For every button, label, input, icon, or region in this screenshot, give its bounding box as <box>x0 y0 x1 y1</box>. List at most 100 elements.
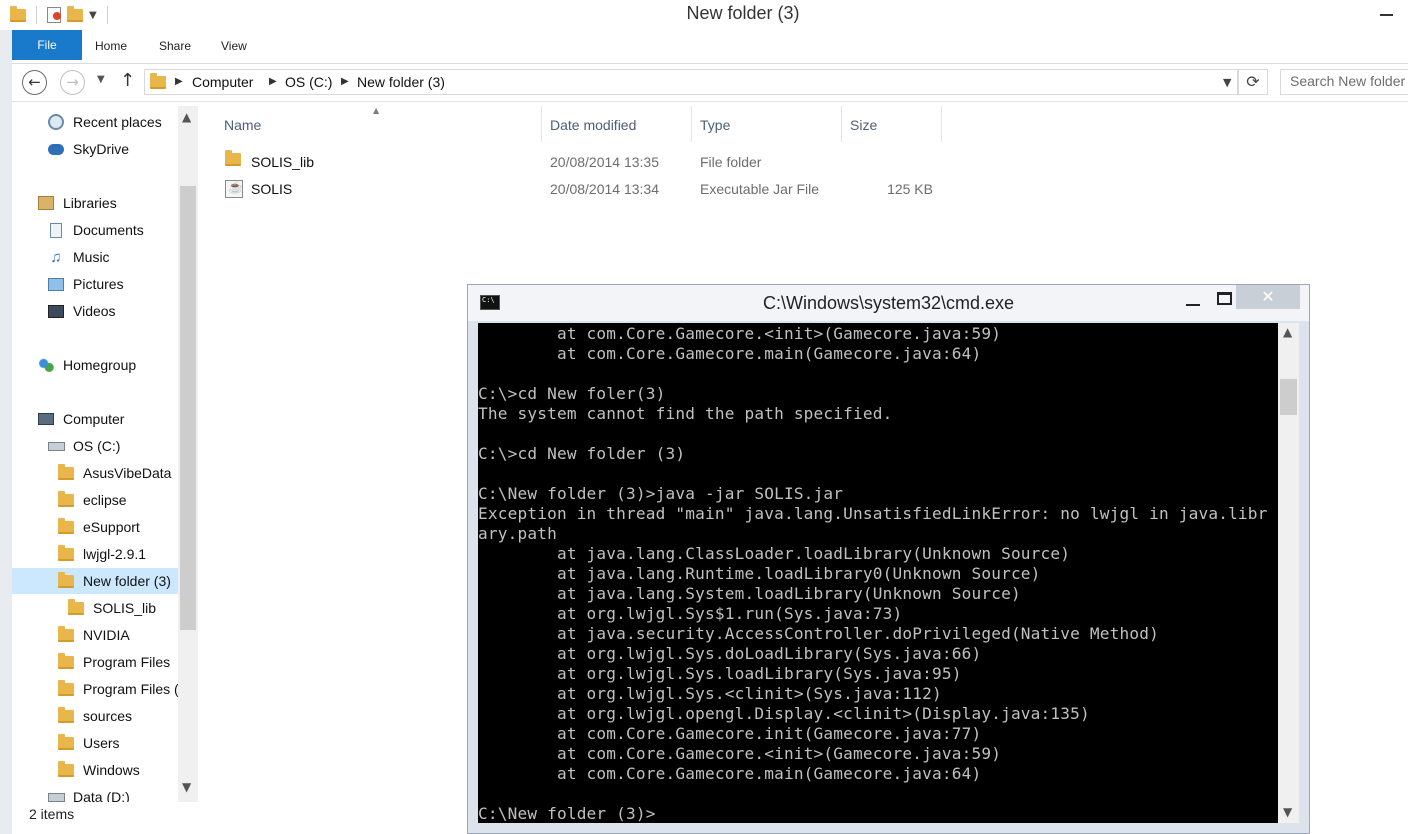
jar-file-icon <box>225 180 243 198</box>
nav-item-label: Program Files <box>83 654 171 670</box>
breadcrumb-chevron-icon[interactable]: ▶ <box>341 76 349 87</box>
nav-item-label: OS (C:) <box>73 438 121 454</box>
scroll-down-icon[interactable]: ▼ <box>182 780 191 794</box>
nav-item-skydrive[interactable]: SkyDrive <box>47 136 129 162</box>
address-dropdown-chevron-icon[interactable]: ▼ <box>1223 76 1231 89</box>
column-header-type[interactable]: Type <box>700 106 842 142</box>
music-icon: ♫ <box>50 248 62 266</box>
nav-item-label: Windows <box>83 762 140 778</box>
nav-item-homegroup[interactable]: Homegroup <box>37 352 136 378</box>
navigation-pane: Recent places SkyDrive Libraries Documen… <box>12 106 198 802</box>
file-size: 125 KB <box>887 181 933 197</box>
folder-icon <box>58 733 74 750</box>
scroll-up-icon[interactable]: ▲ <box>1283 325 1292 339</box>
scrollbar-thumb[interactable] <box>180 186 196 630</box>
cmd-maximize-button[interactable] <box>1217 292 1232 305</box>
window-title: New folder (3) <box>686 3 800 23</box>
videos-icon <box>48 304 64 318</box>
command-prompt-window: C:\Windows\system32\cmd.exe ✕ at com.Cor… <box>467 284 1310 834</box>
nav-item-videos[interactable]: Videos <box>47 298 116 324</box>
nav-item-solis-lib[interactable]: SOLIS_lib <box>67 595 156 621</box>
folder-icon <box>58 463 74 480</box>
nav-item-label: Documents <box>73 222 144 238</box>
nav-item-label: AsusVibeData <box>83 465 172 481</box>
tab-share[interactable]: Share <box>159 39 191 53</box>
scroll-up-icon[interactable]: ▲ <box>182 110 191 124</box>
refresh-button[interactable]: ⟳ <box>1238 69 1268 95</box>
nav-item-label: Libraries <box>63 195 117 211</box>
nav-item-music[interactable]: ♫ Music <box>47 244 109 270</box>
scroll-down-icon[interactable]: ▼ <box>1283 805 1292 819</box>
nav-item-label: Homegroup <box>63 357 137 373</box>
nav-item-label: New folder (3) <box>83 573 171 589</box>
nav-item-label: SkyDrive <box>73 141 130 157</box>
minimize-button[interactable] <box>1372 4 1402 24</box>
console-output[interactable]: at com.Core.Gamecore.<init>(Gamecore.jav… <box>478 323 1278 823</box>
search-input[interactable]: Search New folder (3) <box>1280 69 1408 95</box>
nav-item-nvidia[interactable]: NVIDIA <box>57 622 130 648</box>
folder-icon <box>58 706 74 723</box>
nav-item-asusvibedata[interactable]: AsusVibeData <box>57 460 171 486</box>
column-header-date-modified[interactable]: Date modified <box>550 106 692 142</box>
nav-item-lwjgl[interactable]: lwjgl-2.9.1 <box>57 541 146 567</box>
folder-icon <box>58 679 74 696</box>
column-header-name[interactable]: Name <box>224 106 542 142</box>
ribbon: File Home Share View <box>12 30 1408 64</box>
recent-places-icon <box>48 114 64 130</box>
tab-view[interactable]: View <box>221 39 247 53</box>
recent-locations-chevron-icon[interactable]: ▼ <box>97 74 105 85</box>
cmd-window-title: C:\Windows\system32\cmd.exe <box>762 293 1015 313</box>
folder-icon <box>58 490 74 507</box>
cmd-close-button[interactable]: ✕ <box>1236 285 1300 309</box>
folder-icon <box>58 625 74 642</box>
nav-item-libraries[interactable]: Libraries <box>37 190 117 216</box>
folder-icon <box>58 760 74 777</box>
nav-item-eclipse[interactable]: eclipse <box>57 487 127 513</box>
nav-item-label: Pictures <box>73 276 124 292</box>
folder-icon <box>58 652 74 669</box>
nav-item-pictures[interactable]: Pictures <box>47 271 124 297</box>
nav-item-computer[interactable]: Computer <box>37 406 124 432</box>
breadcrumb-chevron-icon[interactable]: ▶ <box>175 76 183 87</box>
forward-button[interactable]: → <box>60 70 85 95</box>
address-box[interactable]: ▶ Computer ▶ OS (C:) ▶ New folder (3) ▼ <box>144 69 1238 95</box>
nav-item-new-folder-3[interactable]: New folder (3) <box>12 568 182 594</box>
cmd-minimize-button[interactable] <box>1184 293 1202 311</box>
scrollbar-thumb[interactable] <box>1280 379 1297 415</box>
up-button[interactable]: ↑ <box>120 70 135 91</box>
tab-file[interactable]: File <box>12 30 82 60</box>
breadcrumb-computer[interactable]: Computer <box>192 74 253 90</box>
breadcrumb-current-folder[interactable]: New folder (3) <box>357 74 445 90</box>
file-name: SOLIS_lib <box>251 154 315 170</box>
breadcrumb-chevron-icon[interactable]: ▶ <box>269 76 277 87</box>
tab-home[interactable]: Home <box>95 39 127 53</box>
back-button[interactable]: ← <box>22 70 47 95</box>
file-row[interactable]: SOLIS_lib 20/08/2014 13:35 File folder <box>222 149 942 175</box>
column-header-size[interactable]: Size <box>850 106 942 142</box>
file-date: 20/08/2014 13:35 <box>550 154 659 170</box>
file-type: File folder <box>700 154 762 170</box>
nav-item-recent-places[interactable]: Recent places <box>47 109 162 135</box>
breadcrumb-drive[interactable]: OS (C:) <box>285 74 332 90</box>
folder-icon <box>150 73 166 89</box>
nav-item-esupport[interactable]: eSupport <box>57 514 140 540</box>
nav-item-documents[interactable]: Documents <box>47 217 144 243</box>
nav-item-label: lwjgl-2.9.1 <box>83 546 147 562</box>
title-bar: ▼ New folder (3) <box>0 0 1408 30</box>
nav-item-users[interactable]: Users <box>57 730 120 756</box>
desktop-edge <box>0 30 12 834</box>
pictures-icon <box>48 277 64 291</box>
nav-item-os-drive[interactable]: OS (C:) <box>47 433 120 459</box>
nav-item-program-files-x86[interactable]: Program Files (x86) <box>57 676 198 702</box>
nav-item-windows[interactable]: Windows <box>57 757 140 783</box>
nav-item-label: Recent places <box>73 114 162 130</box>
nav-item-data-drive[interactable]: Data (D:) <box>47 784 130 802</box>
navigation-scrollbar[interactable]: ▲ ▼ <box>178 106 198 802</box>
nav-item-sources[interactable]: sources <box>57 703 132 729</box>
file-type: Executable Jar File <box>700 181 820 197</box>
nav-item-label: NVIDIA <box>83 627 130 643</box>
folder-icon <box>68 598 84 615</box>
cmd-scrollbar[interactable]: ▲ ▼ <box>1278 323 1299 823</box>
nav-item-program-files[interactable]: Program Files <box>57 649 170 675</box>
file-row[interactable]: SOLIS 20/08/2014 13:34 Executable Jar Fi… <box>222 176 942 202</box>
